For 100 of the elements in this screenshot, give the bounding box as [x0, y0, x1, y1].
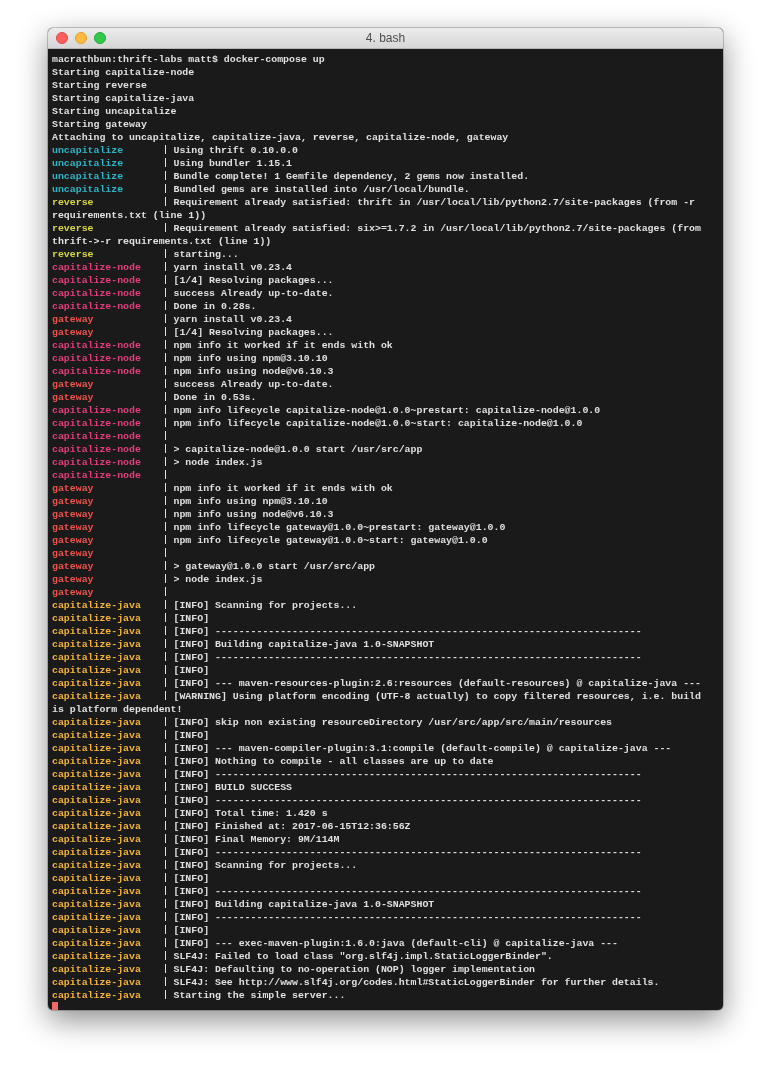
log-message: Requirement already satisfied: thrift in /usr/local/lib/python2.7/site-packages (from -r [173, 197, 695, 208]
log-message: [INFO] Scanning for projects... [173, 600, 358, 611]
log-message: [INFO] Building capitalize-java 1.0-SNAPSHOT [173, 639, 435, 650]
log-message: [INFO] skip non existing resourceDirectory /usr/src/app/src/main/resources [173, 717, 613, 728]
log-message: [INFO] Total time: 1.420 s [173, 808, 328, 819]
log-message: [INFO] --- exec-maven-plugin:1.6.0:java (default-cli) @ capitalize-java --- [173, 938, 618, 949]
log-message: Bundle complete! 1 Gemfile dependency, 2 gems now installed. [173, 171, 530, 182]
service-name: capitalize-java [52, 951, 141, 962]
log-message: [INFO] [173, 925, 210, 936]
service-name: gateway [52, 548, 94, 559]
log-message: [INFO] ------------------------------------------------------------------------ [173, 795, 642, 806]
service-name: capitalize-node [52, 262, 141, 273]
service-name: capitalize-java [52, 873, 141, 884]
log-message: is platform dependent! [52, 703, 183, 716]
service-name: uncapitalize [52, 171, 124, 182]
log-message: SLF4J: Failed to load class "org.slf4j.impl.StaticLoggerBinder". [173, 951, 553, 962]
log-message: npm info using node@v6.10.3 [173, 366, 334, 377]
service-name: gateway [52, 509, 94, 520]
service-name: capitalize-java [52, 795, 141, 806]
service-name: reverse [52, 249, 94, 260]
service-name: capitalize-java [52, 964, 141, 975]
close-button[interactable] [56, 32, 68, 44]
service-name: capitalize-java [52, 912, 141, 923]
log-message: npm info lifecycle gateway@1.0.0~prestart: gateway@1.0.0 [173, 522, 506, 533]
service-name: capitalize-java [52, 990, 141, 1001]
service-name: capitalize-java [52, 821, 141, 832]
service-name: capitalize-node [52, 353, 141, 364]
service-name: capitalize-node [52, 457, 141, 468]
log-message: [INFO] [173, 873, 210, 884]
log-message: npm info using npm@3.10.10 [173, 496, 328, 507]
log-message: [INFO] Final Memory: 9M/114M [173, 834, 340, 845]
log-message: npm info using npm@3.10.10 [173, 353, 328, 364]
log-message: npm info lifecycle capitalize-node@1.0.0~prestart: capitalize-node@1.0.0 [173, 405, 601, 416]
service-name: capitalize-java [52, 691, 141, 702]
log-message: [INFO] Building capitalize-java 1.0-SNAPSHOT [173, 899, 435, 910]
window-title: 4. bash [365, 31, 406, 45]
service-name: gateway [52, 314, 94, 325]
log-message: starting... [173, 249, 239, 260]
service-name: capitalize-java [52, 886, 141, 897]
service-name: reverse [52, 197, 94, 208]
log-message: success Already up-to-date. [173, 288, 334, 299]
log-message: SLF4J: See http://www.slf4j.org/codes.html#StaticLoggerBinder for further details. [173, 977, 660, 988]
output-line: macrathbun:thrift-labs matt$ docker-compose up [52, 53, 326, 66]
log-message: [INFO] [173, 665, 210, 676]
service-name: gateway [52, 574, 94, 585]
service-name: capitalize-java [52, 717, 141, 728]
service-name: uncapitalize [52, 184, 124, 195]
service-name: capitalize-node [52, 366, 141, 377]
zoom-button[interactable] [94, 32, 106, 44]
log-message: [INFO] Scanning for projects... [173, 860, 358, 871]
log-message: npm info it worked if it ends with ok [173, 340, 393, 351]
log-message: npm info lifecycle capitalize-node@1.0.0~start: capitalize-node@1.0.0 [173, 418, 583, 429]
log-message: [INFO] --- maven-compiler-plugin:3.1:compile (default-compile) @ capitalize-java --- [173, 743, 672, 754]
output-line: Attaching to uncapitalize, capitalize-java, reverse, capitalize-node, gateway [52, 131, 510, 144]
log-message: Requirement already satisfied: six>=1.7.2 in /usr/local/lib/python2.7/site-packages (from [173, 223, 701, 234]
service-name: gateway [52, 483, 94, 494]
log-message: [INFO] ------------------------------------------------------------------------ [173, 847, 642, 858]
output-line: Starting capitalize-node [52, 66, 196, 79]
log-message: yarn install v0.23.4 [173, 262, 293, 273]
output-line: Starting uncapitalize [52, 105, 178, 118]
log-message: npm info it worked if it ends with ok [173, 483, 393, 494]
log-message: > node index.js [173, 457, 263, 468]
log-message: Done in 0.28s. [173, 301, 257, 312]
service-name: capitalize-java [52, 665, 141, 676]
log-message: Bundled gems are installed into /usr/local/bundle. [173, 184, 470, 195]
service-name: capitalize-node [52, 405, 141, 416]
log-message: npm info using node@v6.10.3 [173, 509, 334, 520]
service-name: gateway [52, 392, 94, 403]
log-message: > node index.js [173, 574, 263, 585]
log-message: SLF4J: Defaulting to no-operation (NOP) logger implementation [173, 964, 535, 975]
log-message: [INFO] [173, 730, 210, 741]
log-message: > gateway@1.0.0 start /usr/src/app [173, 561, 375, 572]
log-message: Starting the simple server... [173, 990, 346, 1001]
service-name: gateway [52, 327, 94, 338]
log-message: Using bundler 1.15.1 [173, 158, 293, 169]
service-name: capitalize-java [52, 743, 141, 754]
service-name: capitalize-java [52, 600, 141, 611]
service-name: capitalize-java [52, 938, 141, 949]
service-name: capitalize-node [52, 431, 141, 442]
service-name: capitalize-java [52, 756, 141, 767]
log-message: [INFO] ------------------------------------------------------------------------ [173, 769, 642, 780]
service-name: capitalize-java [52, 652, 141, 663]
log-message: > capitalize-node@1.0.0 start /usr/src/app [173, 444, 423, 455]
service-name: capitalize-java [52, 977, 141, 988]
service-name: capitalize-java [52, 782, 141, 793]
log-message: [INFO] --- maven-resources-plugin:2.6:resources (default-resources) @ capitalize-java --- [173, 678, 701, 689]
service-name: gateway [52, 496, 94, 507]
service-name: capitalize-node [52, 470, 141, 481]
service-name: capitalize-java [52, 899, 141, 910]
log-message: [INFO] ------------------------------------------------------------------------ [173, 886, 642, 897]
output-line: Starting capitalize-java [52, 92, 196, 105]
service-name: capitalize-java [52, 678, 141, 689]
service-name: reverse [52, 223, 94, 234]
log-message: [INFO] ------------------------------------------------------------------------ [173, 626, 642, 637]
service-name: capitalize-java [52, 626, 141, 637]
service-name: gateway [52, 587, 94, 598]
minimize-button[interactable] [75, 32, 87, 44]
service-name: gateway [52, 535, 94, 546]
log-message: [WARNING] Using platform encoding (UTF-8 actually) to copy filtered resources, i.e. build [173, 691, 701, 702]
log-message: [INFO] ------------------------------------------------------------------------ [173, 912, 642, 923]
